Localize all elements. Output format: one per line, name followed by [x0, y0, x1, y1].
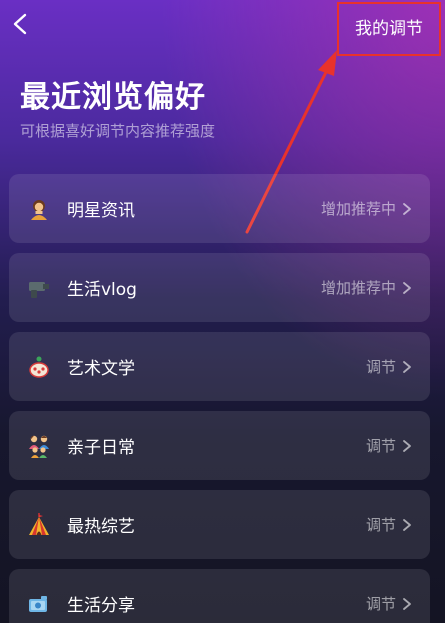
celebrity-icon	[27, 197, 51, 221]
family-icon	[27, 434, 51, 458]
preference-list: 明星资讯 增加推荐中 生活vlog 增加推荐中 艺术文学 调节 亲子日常 调节 …	[9, 174, 430, 623]
preference-row-family[interactable]: 亲子日常 调节	[9, 411, 430, 480]
chevron-right-icon	[403, 360, 411, 373]
preference-label: 明星资讯	[67, 201, 135, 221]
preference-row-vlog[interactable]: 生活vlog 增加推荐中	[9, 253, 430, 322]
share-icon	[27, 592, 51, 616]
top-bar: 我的调节	[0, 0, 445, 56]
chevron-right-icon	[403, 439, 411, 452]
preference-status: 调节	[365, 358, 396, 376]
art-icon	[27, 355, 51, 379]
chevron-right-icon	[403, 202, 411, 215]
preference-row-variety[interactable]: 最热综艺 调节	[9, 490, 430, 559]
back-arrow-icon[interactable]	[10, 12, 32, 36]
my-adjust-button[interactable]: 我的调节	[337, 2, 441, 56]
preference-status: 增加推荐中	[320, 200, 396, 218]
chevron-right-icon	[403, 597, 411, 610]
preference-label: 生活分享	[67, 596, 135, 616]
circus-tent-icon	[27, 512, 51, 537]
preference-status: 增加推荐中	[320, 279, 396, 297]
preference-status: 调节	[365, 437, 396, 455]
preference-label: 亲子日常	[67, 438, 135, 458]
preference-row-art[interactable]: 艺术文学 调节	[9, 332, 430, 401]
page-subtitle: 可根据喜好调节内容推荐强度	[20, 122, 216, 140]
preference-label: 生活vlog	[67, 280, 137, 300]
preference-status: 调节	[365, 595, 396, 613]
chevron-right-icon	[403, 281, 411, 294]
preference-row-celebrity[interactable]: 明星资讯 增加推荐中	[9, 174, 430, 243]
preference-status: 调节	[365, 516, 396, 534]
preference-label: 艺术文学	[67, 359, 135, 379]
chevron-right-icon	[403, 518, 411, 531]
page-title: 最近浏览偏好	[20, 80, 206, 115]
preference-row-share[interactable]: 生活分享 调节	[9, 569, 430, 623]
camera-icon	[27, 276, 51, 300]
preference-label: 最热综艺	[67, 517, 135, 537]
